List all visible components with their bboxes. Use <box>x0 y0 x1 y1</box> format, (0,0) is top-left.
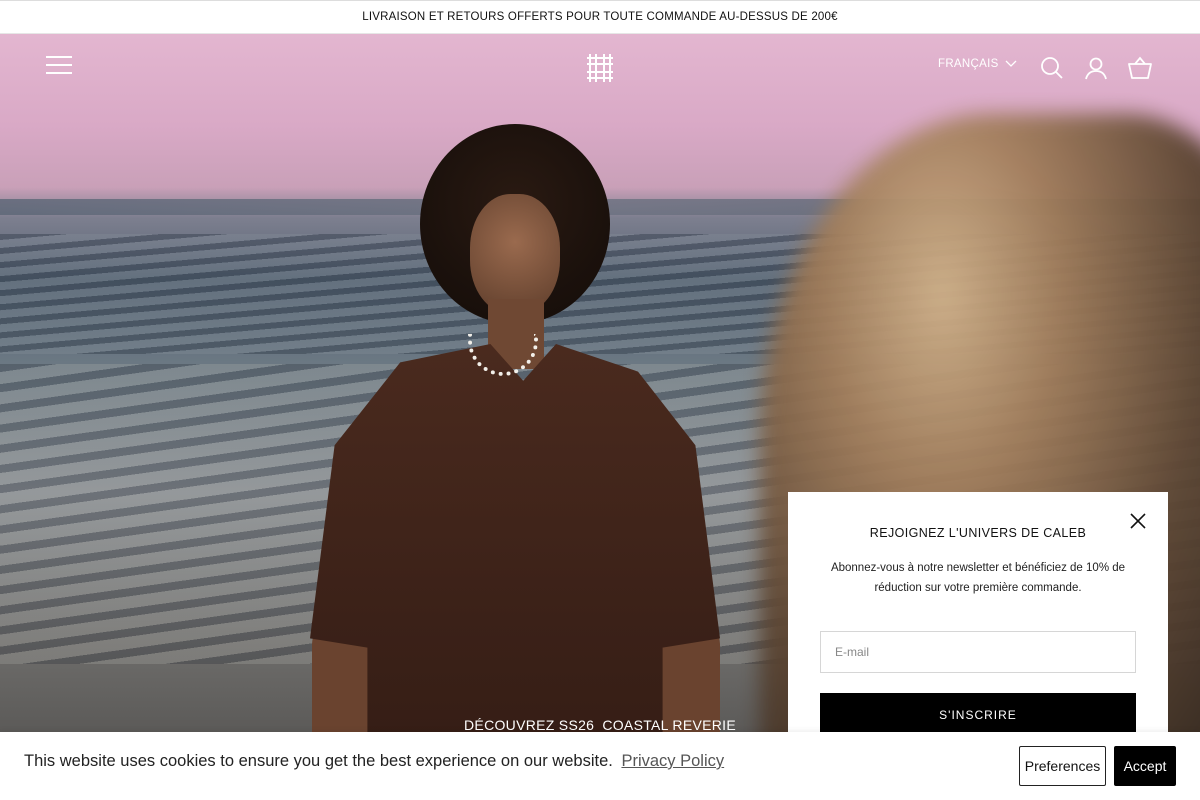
cookie-text: This website uses cookies to ensure you … <box>24 752 613 770</box>
announcement-bar: LIVRAISON ET RETOURS OFFERTS POUR TOUTE … <box>0 0 1200 34</box>
announcement-text: LIVRAISON ET RETOURS OFFERTS POUR TOUTE … <box>362 11 838 23</box>
language-label: FRANÇAIS <box>938 58 999 70</box>
chevron-down-icon <box>1005 60 1017 67</box>
menu-icon[interactable] <box>46 56 74 80</box>
hero-model-face <box>470 194 560 314</box>
cart-icon[interactable] <box>1127 55 1153 81</box>
cookie-message: This website uses cookies to ensure you … <box>24 752 724 771</box>
hero-cta-link[interactable]: DÉCOUVREZ SS26_COASTAL REVERIE <box>440 717 760 733</box>
newsletter-title: REJOIGNEZ L'UNIVERS DE CALEB <box>869 526 1087 540</box>
logo[interactable] <box>585 52 615 84</box>
language-selector[interactable]: FRANÇAIS <box>938 58 1017 70</box>
privacy-policy-link[interactable]: Privacy Policy <box>621 752 724 770</box>
newsletter-popup: REJOIGNEZ L'UNIVERS DE CALEB Abonnez-vou… <box>788 492 1168 737</box>
subscribe-button[interactable]: S'INSCRIRE <box>820 693 1136 737</box>
accept-button[interactable]: Accept <box>1114 746 1176 786</box>
newsletter-text: Abonnez-vous à notre newsletter et bénéf… <box>830 562 1126 594</box>
preferences-button[interactable]: Preferences <box>1019 746 1106 786</box>
email-field[interactable] <box>820 631 1136 673</box>
search-icon[interactable] <box>1039 55 1065 81</box>
cookie-banner: This website uses cookies to ensure you … <box>0 732 1200 800</box>
account-icon[interactable] <box>1083 55 1109 81</box>
